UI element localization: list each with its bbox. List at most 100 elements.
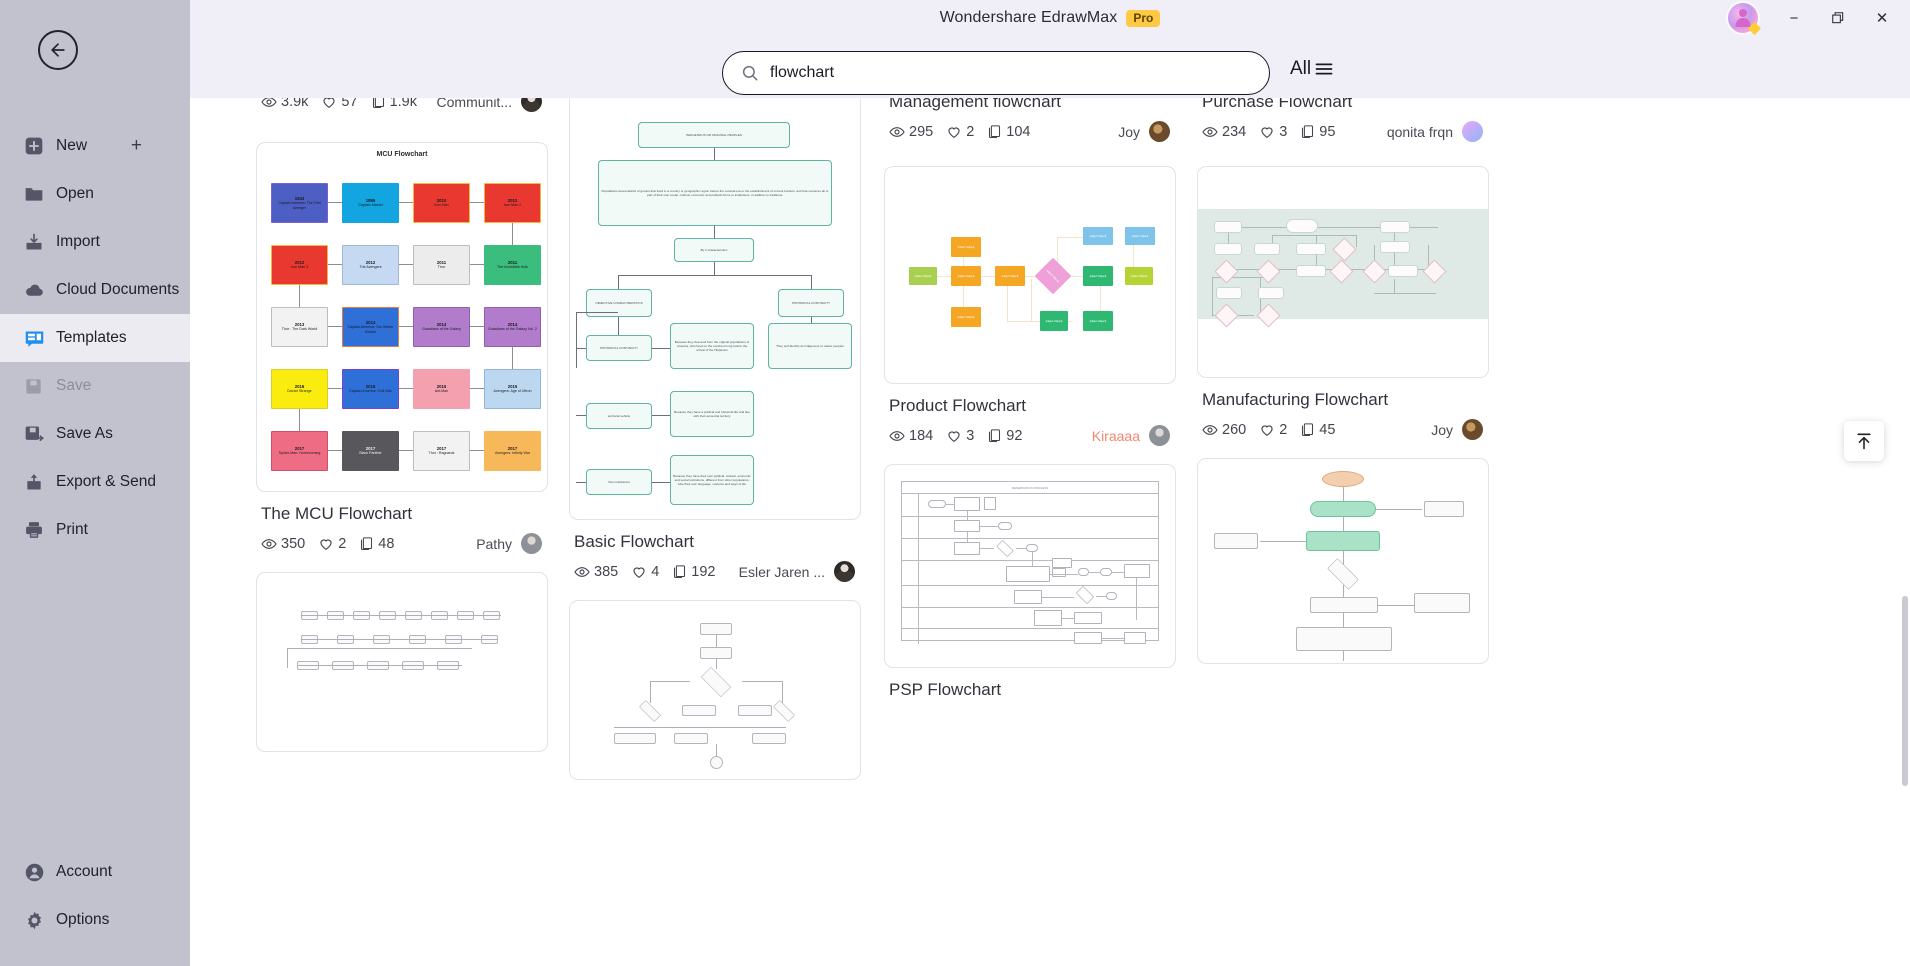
sidebar-item-templates[interactable]: Templates: [0, 314, 190, 362]
likes-stat: 2: [318, 536, 346, 552]
flow-node: territorial vehicle: [586, 403, 652, 429]
sidebar-item-account[interactable]: Account: [0, 848, 190, 896]
sidebar-item-print[interactable]: Print: [0, 506, 190, 554]
close-button[interactable]: ✕: [1860, 2, 1904, 34]
copies-count: 104: [1006, 123, 1031, 140]
minimize-button[interactable]: −: [1772, 2, 1816, 34]
copies-stat: 192: [672, 564, 715, 580]
template-card[interactable]: [1197, 458, 1489, 665]
template-card-psp-flowchart[interactable]: RESERVATION PROCESS PSP Flowchart: [884, 464, 1176, 701]
filter-all-button[interactable]: All: [1290, 58, 1334, 80]
mcu-node: 2014 Guardians of the Galaxy: [413, 307, 470, 347]
sidebar: New + Open Import Cloud Documents Templa…: [0, 0, 190, 966]
generic-wide-flowchart-preview: [257, 573, 547, 751]
template-thumbnail[interactable]: [1197, 458, 1489, 665]
vertical-scrollbar[interactable]: [1902, 596, 1908, 786]
template-thumbnail[interactable]: MCU Flowchart 1943 Captain America: The F…: [256, 142, 548, 492]
user-avatar[interactable]: [1728, 3, 1758, 33]
card-stats: 295 2 104 Joy: [889, 121, 1176, 143]
template-thumbnail[interactable]: [256, 572, 548, 753]
generic-flow-preview: [1198, 459, 1488, 663]
sidebar-item-import[interactable]: Import: [0, 218, 190, 266]
flow-node: [object Object]: [1034, 257, 1072, 295]
sidebar-item-label: Print: [56, 521, 88, 538]
author-name: Communit...: [436, 98, 512, 110]
account-icon: [24, 862, 56, 883]
card-title: Product Flowchart: [889, 396, 1026, 416]
search-box[interactable]: [722, 51, 1270, 95]
template-card-basic-flowchart[interactable]: INDIGENOUS OR ORIGINAL PEOPLES Populatio…: [569, 98, 861, 583]
flow-node: [object Object]: [909, 267, 937, 286]
search-input[interactable]: [770, 64, 1251, 82]
mcu-node: 2011 Thor: [413, 245, 470, 285]
window-controls: − ✕: [1728, 0, 1904, 36]
author-block[interactable]: Esler Jaren ...: [738, 561, 861, 583]
cloud-icon: [24, 280, 56, 301]
grid-column-4: Purchase Flowchart 234 3 95 qonita frqn …: [1197, 98, 1489, 682]
sidebar-item-options[interactable]: Options: [0, 896, 190, 944]
template-card[interactable]: 3.9k 57 1.9k Communit...: [256, 98, 548, 112]
template-card[interactable]: [569, 600, 861, 781]
copies-stat: 95: [1300, 124, 1335, 140]
card-stats: 184 3 92 Kiraaaa: [889, 425, 1176, 447]
arrow-left-icon: [51, 43, 65, 57]
template-card-management-flowchart[interactable]: Management flowchart 295 2 104 Joy: [884, 98, 1176, 143]
author-block[interactable]: Communit...: [437, 98, 548, 112]
author-block[interactable]: qonita frqn: [1387, 121, 1489, 143]
sidebar-item-new[interactable]: New +: [0, 122, 190, 170]
back-button[interactable]: [38, 30, 78, 70]
sidebar-item-label: Export & Send: [56, 473, 156, 490]
hamburger-icon: [1315, 63, 1333, 75]
author-block[interactable]: Joy: [1431, 419, 1489, 441]
author-name: Esler Jaren ...: [738, 563, 825, 580]
author-block[interactable]: Pathy: [476, 533, 548, 555]
avatar: [1462, 419, 1483, 441]
likes-count: 4: [651, 563, 660, 580]
new-add-button[interactable]: +: [131, 135, 142, 157]
content-area: All 3.9k 57: [190, 36, 1910, 966]
template-card[interactable]: [256, 572, 548, 753]
views-stat: 234: [1202, 124, 1246, 140]
views-stat: 260: [1202, 422, 1246, 438]
author-block[interactable]: Kiraaaa: [1092, 425, 1176, 447]
template-card-product-flowchart[interactable]: [object Object] [object Object] [object …: [884, 166, 1176, 447]
card-title: Management flowchart: [889, 98, 1061, 111]
template-thumbnail[interactable]: RESERVATION PROCESS: [884, 464, 1176, 669]
sidebar-item-export-send[interactable]: Export & Send: [0, 458, 190, 506]
template-card-mcu-flowchart[interactable]: MCU Flowchart 1943 Captain America: The F…: [256, 142, 548, 555]
likes-stat: 4: [631, 564, 659, 580]
flow-node: By 2 characteristics: [674, 238, 754, 262]
mcu-node: 2017 Black Panther: [342, 431, 399, 471]
flow-node: Own institutions: [586, 469, 652, 495]
sidebar-item-cloud-documents[interactable]: Cloud Documents: [0, 266, 190, 314]
sidebar-item-label: Cloud Documents: [56, 281, 180, 298]
template-card-purchase-flowchart[interactable]: Purchase Flowchart 234 3 95 qonita frqn: [1197, 98, 1489, 143]
avatar: [1149, 121, 1170, 143]
avatar: [834, 561, 855, 583]
card-title: Manufacturing Flowchart: [1202, 390, 1389, 410]
save-icon: [24, 377, 56, 396]
author-block[interactable]: Joy: [1118, 121, 1176, 143]
sidebar-item-label: New: [56, 137, 88, 154]
sidebar-nav: New + Open Import Cloud Documents Templa…: [0, 122, 190, 554]
template-thumbnail[interactable]: [1197, 166, 1489, 379]
author-name: Joy: [1118, 123, 1140, 140]
avatar: [521, 533, 542, 555]
sidebar-item-save-as[interactable]: Save As: [0, 410, 190, 458]
mcu-node: 2015 Captain America: Civil War: [342, 369, 399, 409]
template-thumbnail[interactable]: INDIGENOUS OR ORIGINAL PEOPLES Populatio…: [569, 98, 861, 520]
views-count: 385: [594, 563, 619, 580]
sidebar-item-open[interactable]: Open: [0, 170, 190, 218]
card-stats: 260 2 45 Joy: [1202, 419, 1489, 441]
likes-stat: 3: [1259, 124, 1287, 140]
template-card-manufacturing-flowchart[interactable]: Manufacturing Flowchart 260 2 45 Joy: [1197, 166, 1489, 441]
mcu-node: 2012 Iron Man 2: [484, 183, 541, 223]
template-thumbnail[interactable]: [object Object] [object Object] [object …: [884, 166, 1176, 385]
sidebar-item-label: Open: [56, 185, 94, 202]
sc极roll-to-top-icon: [1857, 433, 1871, 450]
title-bar: Wondershare EdrawMax Pro − ✕: [190, 0, 1910, 36]
template-thumbnail[interactable]: [569, 600, 861, 781]
maximize-button[interactable]: [1816, 2, 1860, 34]
grid-column-2: INDIGENOUS OR ORIGINAL PEOPLES Populatio…: [569, 98, 861, 798]
scroll-to-top-button[interactable]: [1844, 421, 1884, 461]
